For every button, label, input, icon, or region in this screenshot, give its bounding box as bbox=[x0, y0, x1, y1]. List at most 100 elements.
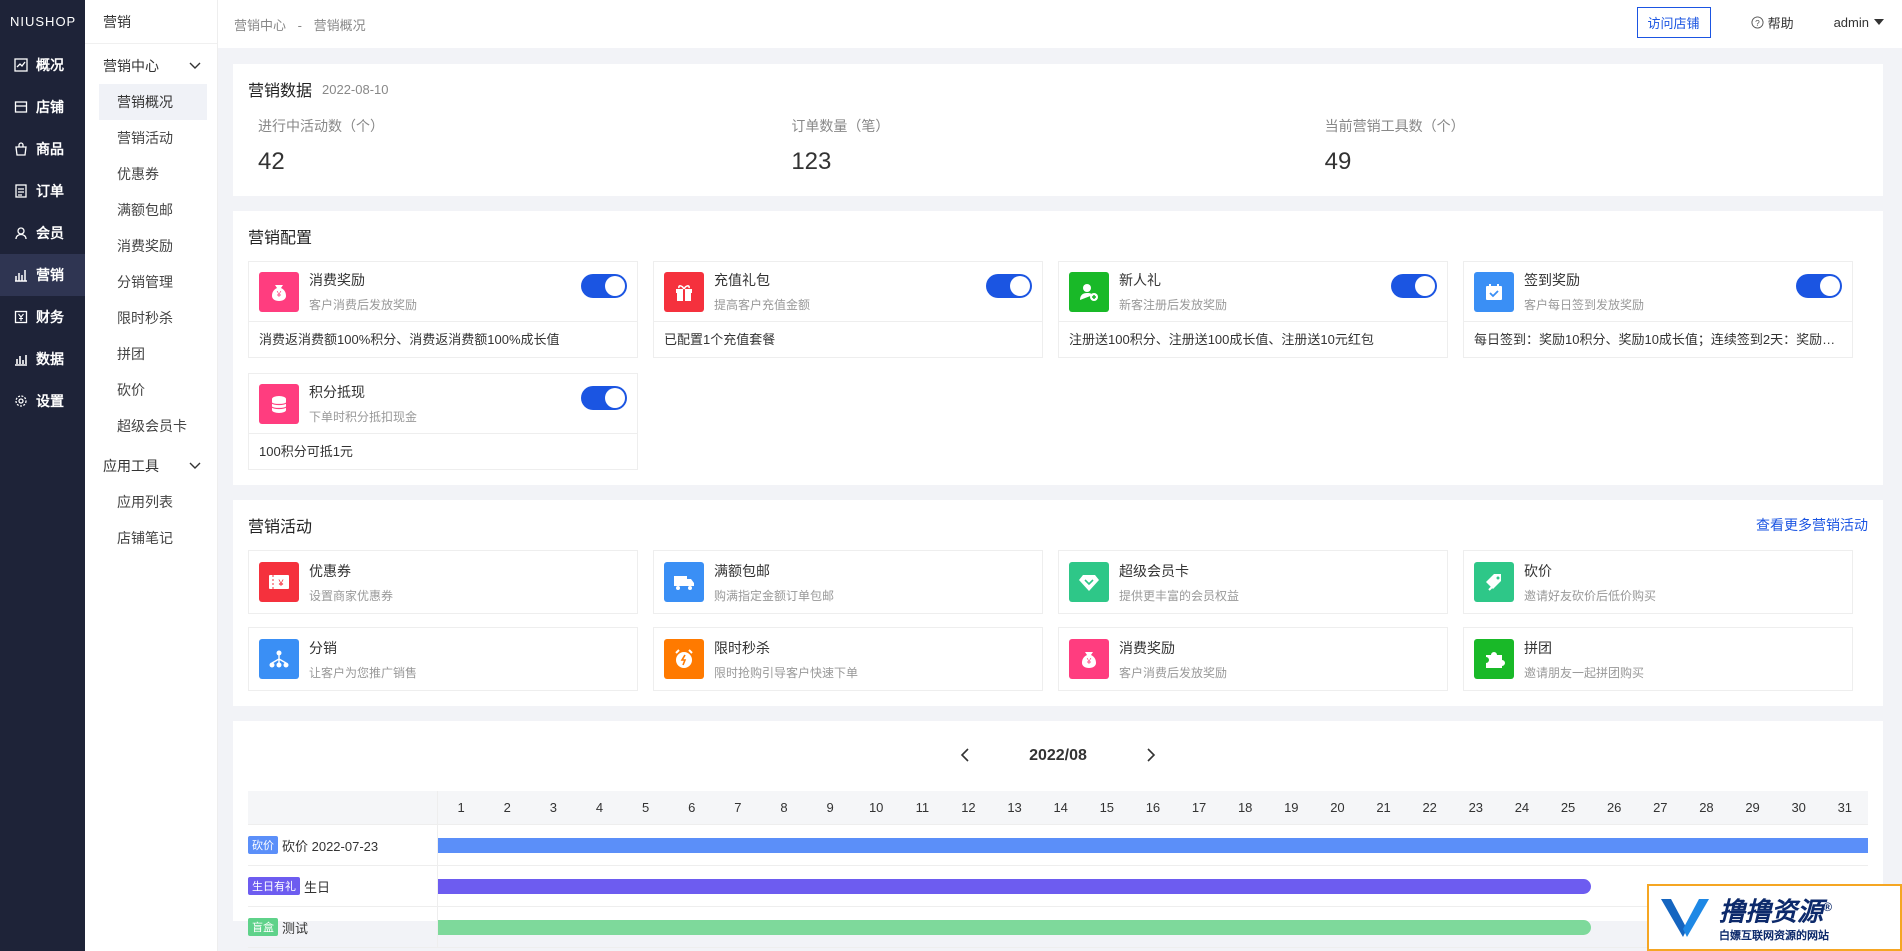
calendar-row[interactable]: 生日有礼 生日 bbox=[248, 866, 1868, 907]
card-title: 营销活动 bbox=[248, 519, 313, 536]
truck-icon bbox=[664, 562, 704, 602]
calendar-row[interactable]: 砍价 砍价 2022-07-23 bbox=[248, 825, 1868, 866]
config-item[interactable]: 积分抵现 下单时积分抵扣现金 100积分可抵1元 bbox=[248, 373, 638, 470]
nav-item-4[interactable]: 会员 bbox=[0, 212, 85, 254]
calendar-day: 28 bbox=[1699, 800, 1714, 815]
calendar-row-label: 生日有礼 生日 bbox=[248, 866, 438, 906]
nav-item-3[interactable]: 订单 bbox=[0, 170, 85, 212]
nav-item-6[interactable]: 财务 bbox=[0, 296, 85, 338]
activity-item[interactable]: 满额包邮 购满指定金额订单包邮 bbox=[653, 550, 1043, 614]
calendar-day: 20 bbox=[1330, 800, 1345, 815]
top-actions: 访问店铺 ? 帮助 admin bbox=[1636, 0, 1884, 44]
calendar-row[interactable]: 盲盒 测试 bbox=[248, 907, 1868, 948]
config-name: 签到奖励 bbox=[1524, 272, 1580, 288]
calendar-day: 6 bbox=[688, 800, 696, 815]
activity-item[interactable]: ¥ 优惠券 设置商家优惠券 bbox=[248, 550, 638, 614]
finance-icon bbox=[14, 310, 28, 324]
calendar-day: 21 bbox=[1376, 800, 1391, 815]
nav-item-label: 数据 bbox=[36, 351, 64, 367]
card-title: 营销数据 bbox=[248, 83, 313, 100]
config-item[interactable]: ¥ 消费奖励 客户消费后发放奖励 消费返消费额100%积分、消费返消费额100%成长值 bbox=[248, 261, 638, 358]
subnav-group-label: 应用工具 bbox=[103, 458, 159, 474]
next-month-button[interactable] bbox=[1137, 745, 1167, 768]
nav-item-7[interactable]: 数据 bbox=[0, 338, 85, 380]
subnav-item[interactable]: 店铺笔记 bbox=[99, 520, 207, 556]
calendar-day: 31 bbox=[1837, 800, 1853, 815]
nav-item-1[interactable]: 店铺 bbox=[0, 86, 85, 128]
subnav-item[interactable]: 应用列表 bbox=[99, 484, 207, 520]
config-item[interactable]: 充值礼包 提高客户充值金额 已配置1个充值套餐 bbox=[653, 261, 1043, 358]
subnav-item[interactable]: 消费奖励 bbox=[99, 228, 207, 264]
calendar-day: 29 bbox=[1745, 800, 1760, 815]
user-menu[interactable]: admin bbox=[1834, 15, 1884, 30]
nav-item-label: 设置 bbox=[36, 393, 64, 409]
stat-label: 进行中活动数（个） bbox=[258, 118, 384, 134]
prev-month-button[interactable] bbox=[949, 745, 979, 768]
config-item[interactable]: 新人礼 新客注册后发放奖励 注册送100积分、注册送100成长值、注册送10元红包 bbox=[1058, 261, 1448, 358]
activity-item[interactable]: ¥ 消费奖励 客户消费后发放奖励 bbox=[1058, 627, 1448, 691]
nav-item-label: 店铺 bbox=[36, 99, 64, 115]
breadcrumb-current: 营销概况 bbox=[313, 17, 366, 33]
watermark-badge: 撸撸资源® 白嫖互联网资源的网站 bbox=[1647, 884, 1902, 951]
nav-item-8[interactable]: 设置 bbox=[0, 380, 85, 422]
activity-item[interactable]: 超级会员卡 提供更丰富的会员权益 bbox=[1058, 550, 1448, 614]
subnav-item[interactable]: 拼团 bbox=[99, 336, 207, 372]
toggle-knob bbox=[605, 388, 625, 408]
top-bar: 营销中心 - 营销概况 访问店铺 ? 帮助 admin bbox=[218, 0, 1902, 48]
breadcrumb-parent[interactable]: 营销中心 bbox=[234, 18, 286, 33]
calendar-day: 26 bbox=[1606, 800, 1622, 815]
config-toggle[interactable] bbox=[581, 386, 627, 410]
subnav-item[interactable]: 营销概况 bbox=[99, 84, 207, 120]
breadcrumb: 营销中心 - 营销概况 bbox=[234, 15, 366, 34]
visit-store-button[interactable]: 访问店铺 bbox=[1636, 6, 1711, 38]
stat-item: 当前营销工具数（个） 49 bbox=[1325, 114, 1858, 196]
card-title: 营销配置 bbox=[248, 230, 313, 247]
calendar-row-track bbox=[438, 825, 1868, 865]
activity-desc: 设置商家优惠券 bbox=[309, 588, 394, 603]
subnav-item[interactable]: 营销活动 bbox=[99, 120, 207, 156]
calendar-day: 3 bbox=[549, 800, 557, 815]
nav-item-0[interactable]: 概况 bbox=[0, 44, 85, 86]
activity-name: 满额包邮 bbox=[714, 562, 770, 579]
subnav-item[interactable]: 分销管理 bbox=[99, 264, 207, 300]
activity-type-tag: 砍价 bbox=[248, 836, 278, 854]
activity-desc: 邀请好友砍价后低价购买 bbox=[1524, 588, 1657, 603]
money-bag-icon: ¥ bbox=[1069, 639, 1109, 679]
activity-item[interactable]: 分销 让客户为您推广销售 bbox=[248, 627, 638, 691]
subnav-group-marketing-center[interactable]: 营销中心 bbox=[85, 48, 217, 84]
nav-item-5[interactable]: 营销 bbox=[0, 254, 85, 296]
activity-name: 拼团 bbox=[1524, 639, 1552, 656]
nav-item-2[interactable]: 商品 bbox=[0, 128, 85, 170]
config-toggle[interactable] bbox=[581, 274, 627, 298]
calendar-corner bbox=[248, 791, 438, 824]
subnav-item[interactable]: 满额包邮 bbox=[99, 192, 207, 228]
activity-item[interactable]: 砍价 邀请好友砍价后低价购买 bbox=[1463, 550, 1853, 614]
subnav-item[interactable]: 限时秒杀 bbox=[99, 300, 207, 336]
subnav-item[interactable]: 砍价 bbox=[99, 372, 207, 408]
help-link[interactable]: ? 帮助 bbox=[1751, 13, 1794, 32]
marketing-activity-card: 营销活动 查看更多营销活动 ¥ 优惠券 设置商家优惠券 满额包邮 购满指定金额订单包邮超… bbox=[233, 500, 1883, 706]
config-toggle[interactable] bbox=[986, 274, 1032, 298]
config-toggle[interactable] bbox=[1796, 274, 1842, 298]
subnav-item[interactable]: 超级会员卡 bbox=[99, 408, 207, 444]
activity-desc: 限时抢购引导客户快速下单 bbox=[714, 665, 859, 680]
bag-icon bbox=[14, 142, 28, 156]
activity-duration-bar[interactable] bbox=[438, 838, 1868, 853]
activity-desc: 提供更丰富的会员权益 bbox=[1119, 588, 1240, 603]
calendar-day: 11 bbox=[915, 800, 930, 815]
activity-duration-bar[interactable] bbox=[438, 920, 1592, 935]
activity-duration-bar[interactable] bbox=[438, 879, 1592, 894]
subnav-group-app-tools[interactable]: 应用工具 bbox=[85, 448, 217, 484]
activity-item[interactable]: 限时秒杀 限时抢购引导客户快速下单 bbox=[653, 627, 1043, 691]
stat-label: 订单数量（笔） bbox=[791, 118, 890, 134]
config-toggle[interactable] bbox=[1391, 274, 1437, 298]
svg-text:¥: ¥ bbox=[1086, 657, 1092, 666]
config-item[interactable]: 签到奖励 客户每日签到发放奖励 每日签到：奖励10积分、奖励10成长值；连续签到2天… bbox=[1463, 261, 1853, 358]
more-activities-link[interactable]: 查看更多营销活动 bbox=[1756, 515, 1868, 535]
activity-type-tag: 盲盒 bbox=[248, 918, 278, 936]
subnav-item[interactable]: 优惠券 bbox=[99, 156, 207, 192]
nav-item-label: 营销 bbox=[36, 267, 64, 283]
config-info: 消费返消费额100%积分、消费返消费额100%成长值 bbox=[259, 332, 560, 347]
calendar-day: 19 bbox=[1284, 800, 1299, 815]
activity-item[interactable]: 拼团 邀请朋友一起拼团购买 bbox=[1463, 627, 1853, 691]
